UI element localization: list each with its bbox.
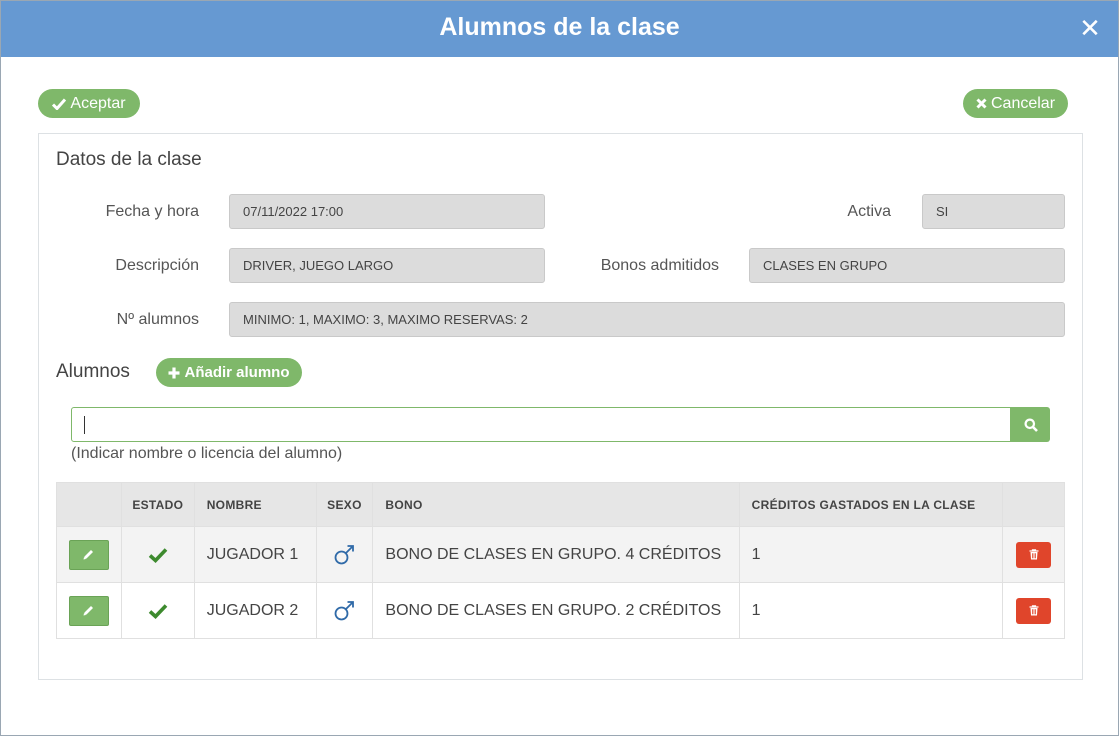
cancel-button[interactable]: Cancelar (963, 89, 1068, 118)
bonos-label: Bonos admitidos (600, 257, 719, 274)
close-icon[interactable]: ✕ (1078, 15, 1102, 41)
fecha-label: Fecha y hora (105, 203, 199, 220)
col-estado: ESTADO (122, 483, 195, 526)
check-icon (148, 603, 168, 619)
add-student-button[interactable]: Añadir alumno (156, 358, 302, 387)
num-alumnos-label: Nº alumnos (116, 311, 199, 328)
search-icon (1024, 418, 1038, 432)
col-actions (57, 483, 122, 526)
students-modal: Alumnos de la clase ✕ Aceptar Cancelar D… (0, 0, 1119, 736)
activa-label: Activa (847, 203, 891, 220)
modal-header: Alumnos de la clase ✕ (1, 1, 1118, 57)
text-caret (84, 416, 85, 434)
col-sexo: SEXO (317, 483, 374, 526)
male-icon (335, 600, 355, 620)
activa-field: SI (922, 194, 1065, 229)
fecha-field: 07/11/2022 17:00 (229, 194, 545, 229)
table-row: JUGADOR 1 BONO DE CLASES EN GRUPO. 4 CRÉ… (57, 526, 1064, 582)
trash-icon (1029, 549, 1039, 560)
col-nombre: NOMBRE (195, 483, 317, 526)
student-bono: BONO DE CLASES EN GRUPO. 4 CRÉDITOS (373, 527, 740, 582)
accept-button[interactable]: Aceptar (38, 89, 140, 118)
table-header: ESTADO NOMBRE SEXO BONO CRÉDITOS GASTADO… (57, 483, 1064, 526)
pencil-icon (83, 606, 94, 616)
student-creditos: 1 (740, 583, 1004, 638)
bonos-field: CLASES EN GRUPO (749, 248, 1065, 283)
edit-button[interactable] (68, 539, 109, 570)
descripcion-label: Descripción (115, 257, 199, 274)
delete-button[interactable] (1016, 597, 1052, 624)
delete-button[interactable] (1016, 541, 1052, 568)
edit-button[interactable] (68, 595, 109, 626)
student-name: JUGADOR 1 (195, 527, 317, 582)
trash-icon (1029, 605, 1039, 616)
class-data-title: Datos de la clase (56, 149, 202, 170)
check-icon (52, 98, 67, 110)
student-bono: BONO DE CLASES EN GRUPO. 2 CRÉDITOS (373, 583, 740, 638)
student-search-input[interactable] (71, 407, 1011, 442)
student-name: JUGADOR 2 (195, 583, 317, 638)
add-student-label: Añadir alumno (184, 364, 290, 381)
col-delete (1003, 483, 1064, 526)
modal-title: Alumnos de la clase (439, 13, 680, 41)
student-creditos: 1 (740, 527, 1004, 582)
times-icon (976, 98, 987, 109)
plus-icon (168, 367, 180, 378)
search-hint: (Indicar nombre o licencia del alumno) (71, 445, 343, 462)
students-table: ESTADO NOMBRE SEXO BONO CRÉDITOS GASTADO… (56, 482, 1065, 639)
male-icon (335, 544, 355, 564)
students-title: Alumnos (56, 361, 130, 382)
table-row: JUGADOR 2 BONO DE CLASES EN GRUPO. 2 CRÉ… (57, 582, 1064, 638)
col-bono: BONO (373, 483, 740, 526)
pencil-icon (83, 550, 94, 560)
cancel-button-label: Cancelar (990, 94, 1056, 112)
accept-button-label: Aceptar (70, 94, 126, 112)
col-creditos: CRÉDITOS GASTADOS EN LA CLASE (740, 483, 1004, 526)
search-button[interactable] (1011, 407, 1050, 442)
descripcion-field: DRIVER, JUEGO LARGO (229, 248, 545, 283)
check-icon (148, 547, 168, 563)
num-alumnos-field: MINIMO: 1, MAXIMO: 3, MAXIMO RESERVAS: 2 (229, 302, 1065, 337)
